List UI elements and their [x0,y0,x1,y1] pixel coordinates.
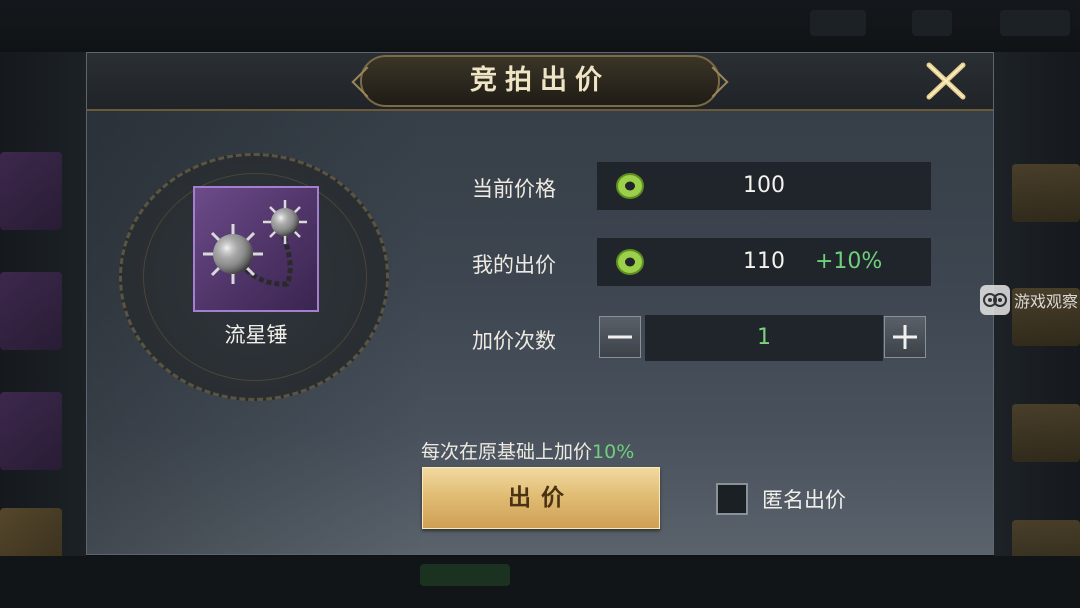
background-item-list [0,52,86,608]
background-top-button [810,10,866,36]
background-top-bar [0,0,1080,52]
raise-count-value[interactable]: 1 [645,315,883,361]
minus-icon [608,335,632,339]
raise-hint-text: 每次在原基础上加价 [421,441,593,463]
bid-button-label: 出价 [508,485,574,511]
background-top-button [1000,10,1070,36]
close-button[interactable] [925,61,967,101]
close-x-icon [926,62,966,100]
background-bottom-bar [0,556,1080,608]
item-icon[interactable] [193,186,319,312]
my-bid-increase: +10% [815,249,883,274]
anonymous-bid-label[interactable]: 匿名出价 [762,484,846,514]
auction-bid-dialog: 竞拍出价 流星锤 当前价格 100 我的出价 110 +10% 加价次数 1 每… [86,52,994,555]
raise-hint: 每次在原基础上加价10% [421,437,634,464]
my-bid-label: 我的出价 [472,253,556,277]
plus-icon [893,325,917,349]
title-plate: 竞拍出价 [360,55,720,107]
watermark-eyes-icon [980,285,1010,315]
current-price-box: 100 [597,162,931,210]
background-side-button [1012,164,1080,222]
my-bid-box: 110 +10% [597,238,931,286]
background-bottom-button [420,564,510,586]
raise-count-label: 加价次数 [472,329,556,353]
raise-hint-percent: 10% [592,441,635,463]
background-side-button [1012,404,1080,462]
current-price-value: 100 [743,173,785,198]
decrease-button[interactable] [599,316,641,358]
background-top-button [912,10,952,36]
item-name: 流星锤 [224,323,288,347]
meteor-hammer-icon [203,200,307,287]
bid-button[interactable]: 出价 [422,467,660,529]
increase-button[interactable] [884,316,926,358]
current-price-label: 当前价格 [472,177,556,201]
dialog-header: 竞拍出价 [87,53,993,111]
background-item-slot [0,392,62,470]
background-button-column [994,52,1080,608]
dialog-title: 竞拍出价 [470,65,610,96]
background-item-slot [0,272,62,350]
watermark-text: 游戏观察 [1014,292,1079,311]
anonymous-bid-checkbox[interactable] [716,483,748,515]
background-item-slot [0,152,62,230]
